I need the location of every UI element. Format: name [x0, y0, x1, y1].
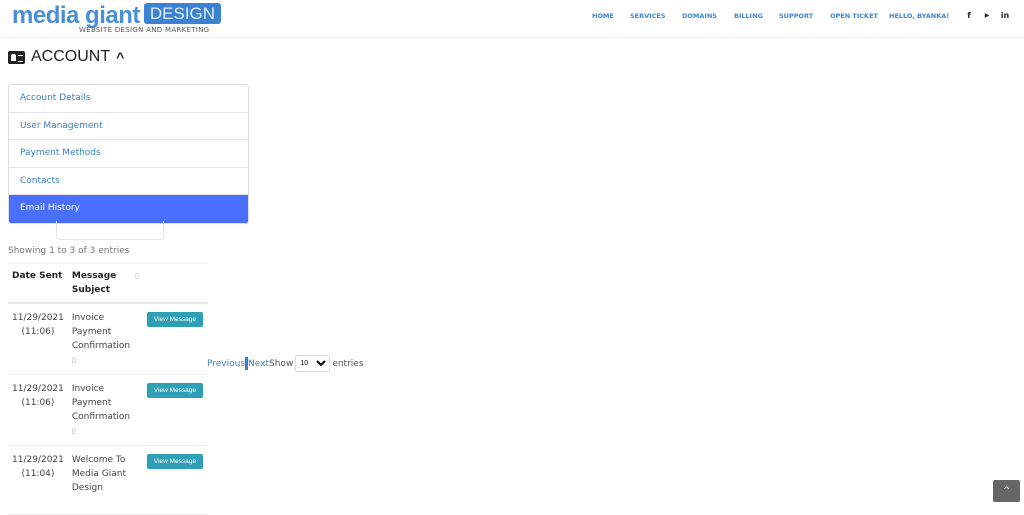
sort-icon: ▯	[60, 272, 64, 280]
sort-icon: ▯	[135, 272, 139, 280]
scroll-to-top-button[interactable]: ^	[993, 480, 1020, 502]
table-row: 11/29/2021 (11:06) Invoice Payment Confir…	[8, 374, 208, 446]
show-label: Show	[269, 358, 294, 369]
account-toggle[interactable]: ACCOUNT ^	[8, 48, 124, 66]
page-size-select[interactable]: 10	[295, 355, 331, 372]
previous-button[interactable]: Previous	[207, 359, 245, 369]
menu-account-details[interactable]: Account Details	[9, 85, 248, 113]
id-card-icon	[8, 50, 25, 64]
table-info: Showing 1 to 3 of 3 entries	[8, 246, 130, 256]
view-message-button[interactable]: View Message	[146, 312, 204, 327]
header-message-subject[interactable]: Message Subject ▯	[67, 263, 143, 304]
account-title: ACCOUNT	[31, 48, 111, 65]
menu-contacts[interactable]: Contacts	[9, 168, 248, 195]
attachment-icon: ▯	[71, 356, 76, 364]
table-row: 11/29/2021 (11:06) Invoice Payment Confir…	[8, 303, 208, 375]
nav-support[interactable]: SUPPORT	[779, 12, 813, 20]
chevron-up-icon: ^	[116, 49, 125, 65]
nav-services[interactable]: SERVICES	[630, 12, 665, 20]
menu-payment-methods[interactable]: Payment Methods	[9, 140, 248, 168]
menu-email-history[interactable]: Email History	[9, 195, 248, 223]
attachment-icon: ▯	[71, 427, 76, 435]
next-button[interactable]: Next	[248, 359, 269, 369]
chevron-up-icon: ^	[1002, 486, 1011, 496]
nav-domains[interactable]: DOMAINS	[682, 12, 717, 20]
nav-billing[interactable]: BILLING	[734, 12, 763, 20]
view-message-button[interactable]: View Message	[146, 454, 204, 469]
linkedin-icon[interactable]: in	[997, 8, 1013, 24]
nav-open-ticket[interactable]: OPEN TICKET	[830, 12, 878, 20]
header: media giant DESIGN WEBSITE DESIGN AND MAR…	[0, 0, 1024, 38]
entries-label: entries	[332, 358, 364, 369]
facebook-icon[interactable]: f	[961, 8, 977, 24]
logo[interactable]: media giant DESIGN WEBSITE DESIGN AND MAR…	[12, 2, 222, 34]
menu-user-management[interactable]: User Management	[9, 113, 248, 140]
search-box[interactable]	[56, 221, 164, 240]
table-row: 11/29/2021 (11:04) Welcome To Media Giant…	[8, 445, 208, 515]
youtube-icon[interactable]: ▶	[979, 8, 995, 24]
pagination: Previous Next Show 10 entries	[207, 355, 364, 372]
email-history-table: Date Sent ▯ Message Subject ▯ 11/29/2021 (1…	[8, 263, 208, 515]
nav-user-greeting[interactable]: HELLO, BYANKA!	[889, 12, 949, 20]
account-menu: Account Details User Management Payment …	[8, 84, 249, 224]
header-date-sent[interactable]: Date Sent ▯	[8, 263, 68, 304]
view-message-button[interactable]: View Message	[146, 383, 204, 398]
nav-home[interactable]: HOME	[592, 12, 614, 20]
